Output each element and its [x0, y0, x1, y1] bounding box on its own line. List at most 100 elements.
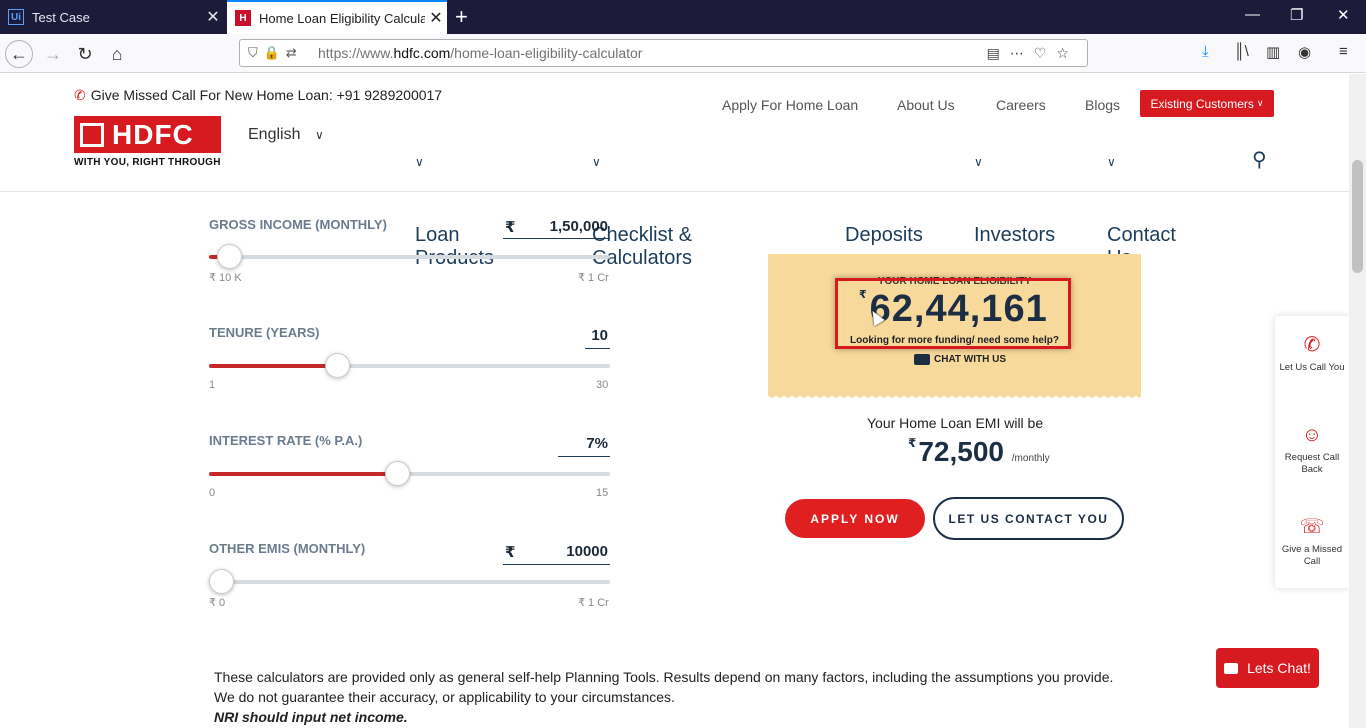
tenure-label: TENURE (YEARS) — [209, 325, 320, 340]
language-label: English — [248, 126, 301, 143]
gross-income-label: GROSS INCOME (MONTHLY) — [209, 217, 387, 232]
interest-rate-value: 7% — [586, 435, 608, 452]
account-icon[interactable]: ◉ — [1298, 43, 1311, 61]
tab-title: Test Case — [32, 9, 90, 25]
browser-tab-bar: Ui Test Case ✕ H Home Loan Eligibility C… — [0, 0, 1366, 34]
missed-call-banner[interactable]: ✆ Give Missed Call For New Home Loan: +91… — [74, 87, 442, 104]
interest-rate-label: INTEREST RATE (% P.A.) — [209, 433, 363, 448]
tenure-slider[interactable] — [209, 353, 610, 378]
side-item-label: Give a Missed Call — [1281, 544, 1343, 567]
headset-icon: ☺ — [1301, 424, 1323, 446]
other-emis-slider[interactable] — [209, 569, 610, 594]
uipath-icon: Ui — [8, 9, 24, 25]
other-emis-min: ₹ 0 — [209, 597, 226, 609]
menu-icon[interactable]: ≡ — [1339, 43, 1348, 60]
home-icon[interactable]: ⌂ — [103, 40, 131, 68]
logo-tagline: WITH YOU, RIGHT THROUGH — [74, 157, 221, 168]
gross-income-value: 1,50,000 — [549, 218, 608, 235]
let-us-contact-you-button[interactable]: LET US CONTACT YOU — [933, 497, 1124, 540]
search-icon[interactable]: ⚲ — [1252, 147, 1267, 172]
scrollbar[interactable] — [1349, 74, 1366, 728]
new-tab-icon[interactable]: + — [455, 4, 468, 30]
link-blogs[interactable]: Blogs — [1085, 97, 1120, 113]
back-icon[interactable]: ← — [5, 40, 33, 68]
chevron-down-icon: ∨ — [1256, 98, 1264, 108]
logo-text: HDFC — [112, 118, 194, 150]
gross-income-max: ₹ 1 Cr — [578, 272, 609, 284]
sidebar-icon[interactable]: ▥ — [1266, 43, 1280, 61]
rupee-icon: ₹ — [505, 218, 516, 236]
tab-home-loan-calculator[interactable]: H Home Loan Eligibility Calculato ✕ — [227, 0, 447, 34]
forward-icon[interactable]: → — [39, 40, 67, 68]
card-zigzag-edge — [768, 394, 1141, 400]
phone-icon: ✆ — [1303, 334, 1321, 356]
other-emis-label: OTHER EMIS (MONTHLY) — [209, 541, 366, 556]
other-emis-max: ₹ 1 Cr — [578, 597, 609, 609]
url-actions-icons[interactable]: ▤⋯♡☆ — [987, 45, 1079, 62]
interest-rate-min: 0 — [209, 487, 216, 499]
scrollbar-thumb[interactable] — [1352, 160, 1363, 273]
nav-contact-us[interactable]: Contact Us ∨ — [1107, 149, 1176, 269]
close-icon[interactable]: ✕ — [425, 8, 447, 28]
slider-handle[interactable] — [209, 569, 234, 594]
emi-amount: ₹72,500 /monthly — [908, 436, 1050, 467]
link-about-us[interactable]: About Us — [897, 97, 955, 113]
slider-handle[interactable] — [385, 461, 411, 486]
side-item-label: Let Us Call You — [1279, 362, 1345, 373]
request-call-back-item[interactable]: ☺ Request Call Back — [1275, 424, 1349, 476]
existing-customers-button[interactable]: Existing Customers ∨ — [1140, 90, 1274, 117]
interest-rate-max: 15 — [596, 487, 609, 499]
language-selector[interactable]: English ∨ — [248, 126, 324, 144]
nav-checklist-calculators[interactable]: Checklist & Calculators ∨ — [592, 149, 692, 269]
url-text[interactable]: https://www.hdfc.com/home-loan-eligibili… — [318, 45, 642, 61]
emi-label: Your Home Loan EMI will be — [867, 415, 1044, 431]
gross-income-min: ₹ 10 K — [209, 272, 242, 284]
minimize-icon[interactable]: — — [1245, 6, 1260, 23]
site-header: ✆ Give Missed Call For New Home Loan: +91… — [0, 74, 1349, 269]
side-item-label: Request Call Back — [1284, 452, 1340, 475]
disclaimer-line: These calculators are provided only as g… — [214, 669, 1114, 685]
ringing-phone-icon: ☏ — [1299, 516, 1325, 538]
give-missed-call-item[interactable]: ☏ Give a Missed Call — [1275, 516, 1349, 568]
tenure-input[interactable]: 10 — [585, 325, 610, 349]
library-icon[interactable]: ║\ — [1234, 43, 1249, 60]
other-emis-value: 10000 — [566, 543, 608, 560]
url-bar[interactable]: ⛉🔒⇄ https://www.hdfc.com/home-loan-eligi… — [239, 39, 1088, 67]
tab-test-case[interactable]: Ui Test Case ✕ — [0, 0, 224, 34]
let-us-call-you-item[interactable]: ✆ Let Us Call You — [1275, 334, 1349, 374]
hdfc-logo[interactable]: HDFC WITH YOU, RIGHT THROUGH — [74, 116, 221, 168]
disclaimer: These calculators are provided only as g… — [214, 667, 1113, 727]
download-icon[interactable]: ⤓ — [1202, 43, 1209, 60]
emi-period: /monthly — [1011, 453, 1050, 464]
slider-fill — [209, 472, 398, 476]
reload-icon[interactable]: ↻ — [71, 40, 99, 68]
interest-rate-input[interactable]: 7% — [558, 433, 610, 457]
gross-income-slider[interactable] — [209, 244, 610, 269]
link-apply-for-home-loan[interactable]: Apply For Home Loan — [722, 97, 858, 113]
nav-loan-products[interactable]: Loan Products ∨ — [415, 149, 494, 269]
link-careers[interactable]: Careers — [996, 97, 1046, 113]
missed-call-text: Give Missed Call For New Home Loan: +91 … — [90, 87, 443, 103]
tenure-min: 1 — [209, 379, 216, 391]
slider-handle[interactable] — [217, 244, 243, 269]
tab-title: Home Loan Eligibility Calculato — [259, 10, 425, 26]
nav-investors[interactable]: Investors ∨ — [974, 149, 1055, 246]
window-close-icon[interactable]: ✕ — [1337, 6, 1350, 24]
restore-icon[interactable]: ❐ — [1290, 6, 1303, 24]
rupee-icon: ₹ — [908, 436, 917, 450]
hdfc-favicon-icon: H — [235, 10, 251, 26]
close-icon[interactable]: ✕ — [202, 7, 224, 27]
chat-icon — [1224, 662, 1239, 674]
gross-income-input[interactable]: ₹1,50,000 — [503, 217, 610, 239]
tenure-value: 10 — [591, 327, 608, 344]
lets-chat-label: Lets Chat! — [1247, 660, 1311, 676]
lets-chat-button[interactable]: Lets Chat! — [1216, 648, 1319, 688]
slider-handle[interactable] — [325, 353, 351, 378]
nri-note: NRI should input net income. — [214, 709, 408, 725]
chat-icon — [914, 354, 930, 365]
chat-with-us-link[interactable]: CHAT WITH US — [914, 354, 1006, 365]
existing-customers-label: Existing Customers — [1150, 96, 1254, 111]
other-emis-input[interactable]: ₹10000 — [503, 541, 610, 565]
interest-rate-slider[interactable] — [209, 461, 610, 486]
apply-now-button[interactable]: APPLY NOW — [785, 499, 925, 538]
